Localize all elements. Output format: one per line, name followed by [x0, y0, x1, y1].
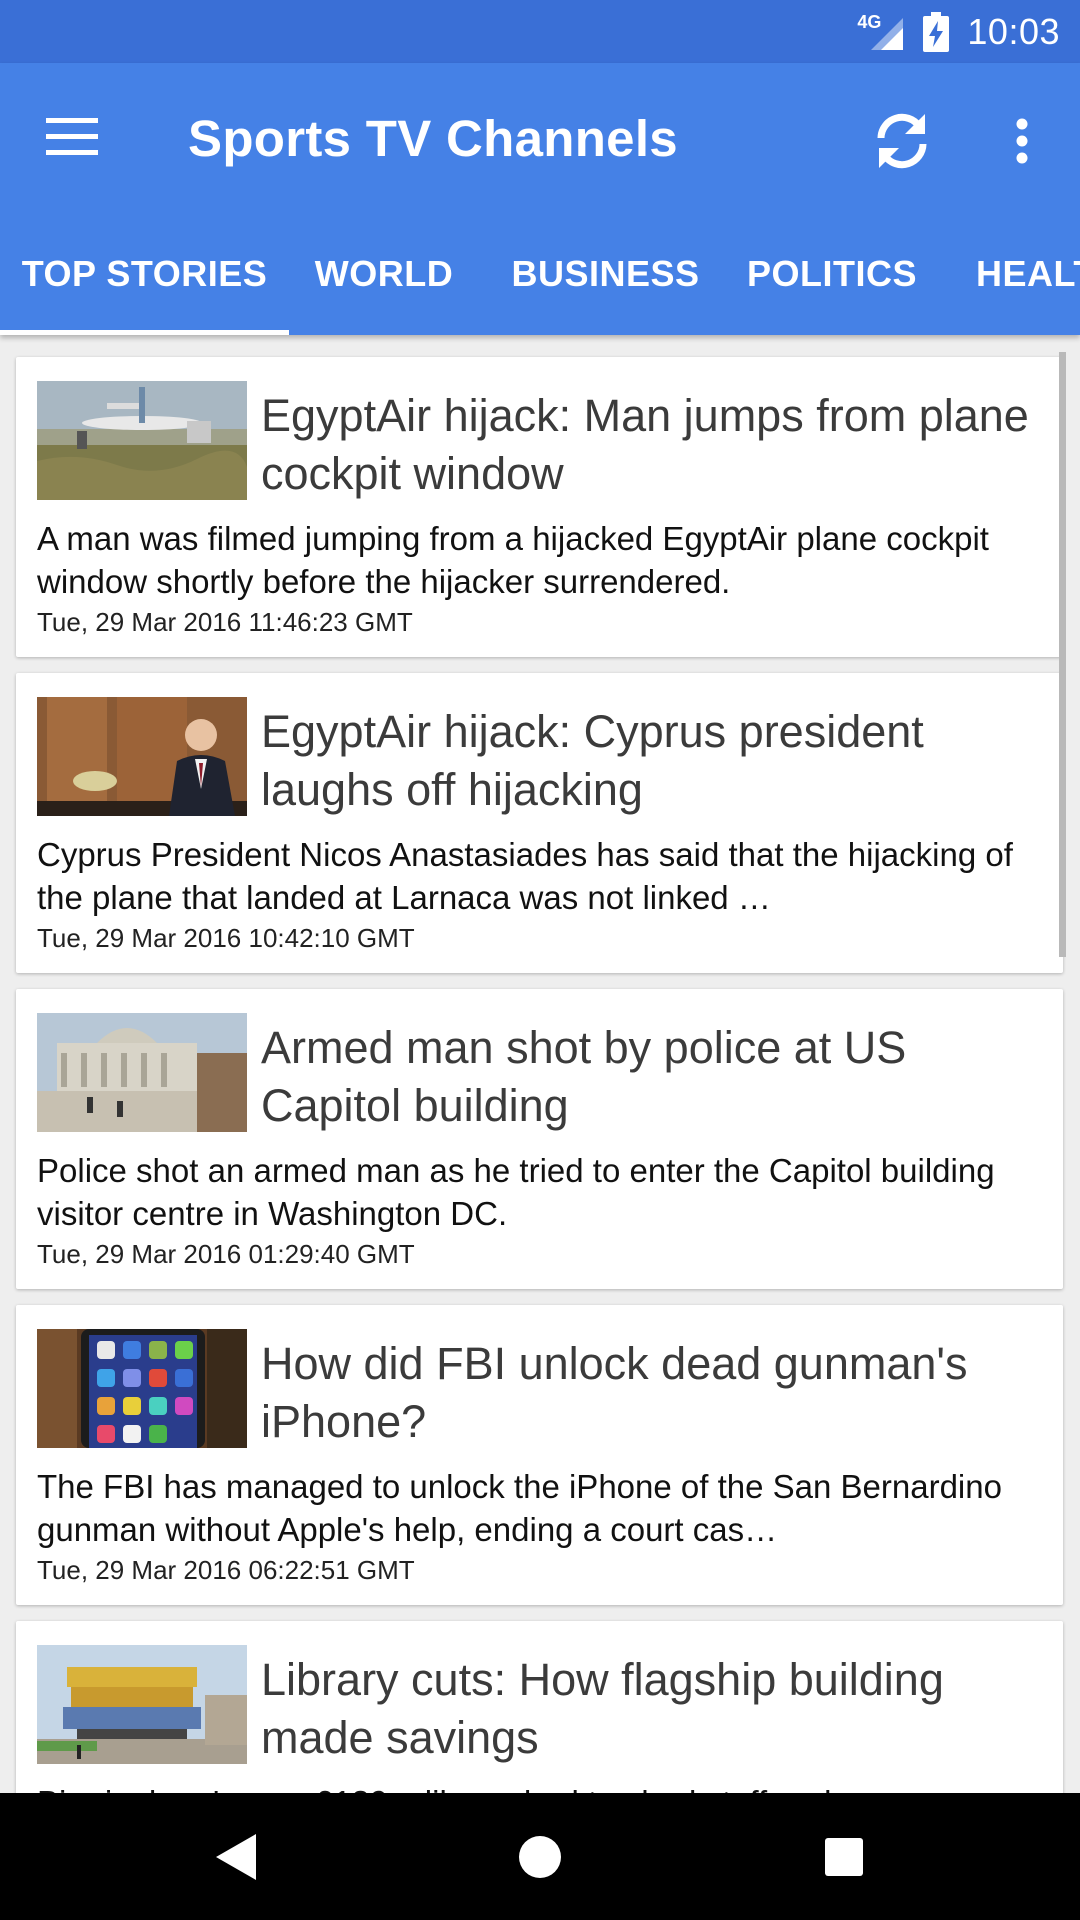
news-feed[interactable]: EgyptAir hijack: Man jumps from plane co…	[0, 335, 1080, 1793]
article-card[interactable]: Library cuts: How flagship building made…	[16, 1621, 1063, 1793]
article-headline: Armed man shot by police at US Capitol b…	[261, 1022, 907, 1131]
article-summary: Cyprus President Nicos Anastasiades has …	[37, 836, 1013, 916]
tab-world[interactable]: WORLD	[289, 213, 479, 335]
back-icon	[216, 1834, 256, 1880]
article-thumbnail	[37, 1013, 247, 1132]
article-card[interactable]: EgyptAir hijack: Cyprus president laughs…	[16, 673, 1063, 973]
article-headline: EgyptAir hijack: Man jumps from plane co…	[261, 390, 1029, 499]
article-headline: EgyptAir hijack: Cyprus president laughs…	[261, 706, 924, 815]
scrollbar[interactable]	[1059, 352, 1066, 957]
network-indicator: 4G	[857, 12, 905, 52]
category-tabs: TOP STORIES WORLD BUSINESS POLITICS HEAL…	[0, 213, 1080, 335]
menu-icon	[46, 118, 98, 155]
recents-button[interactable]	[808, 1821, 880, 1893]
article-thumbnail	[37, 381, 247, 500]
signal-icon	[871, 17, 904, 50]
status-bar: 4G 10:03	[0, 0, 1080, 63]
tab-politics[interactable]: POLITICS	[732, 213, 932, 335]
article-thumbnail	[37, 1329, 247, 1448]
system-nav-bar	[0, 1793, 1080, 1920]
article-summary: Birmingham's new £189m library had to sh…	[37, 1781, 1057, 1793]
article-card[interactable]: How did FBI unlock dead gunman's iPhone?…	[16, 1305, 1063, 1605]
tab-health[interactable]: HEALTH	[960, 213, 1080, 335]
app-bar: Sports TV Channels TOP STORIES WORLD BUS…	[0, 63, 1080, 335]
refresh-button[interactable]	[862, 101, 942, 181]
article-card[interactable]: Armed man shot by police at US Capitol b…	[16, 989, 1063, 1289]
home-icon	[519, 1836, 561, 1878]
app-title: Sports TV Channels	[188, 110, 678, 167]
article-date: Tue, 29 Mar 2016 11:46:23 GMT	[37, 607, 413, 637]
article-card[interactable]: EgyptAir hijack: Man jumps from plane co…	[16, 357, 1063, 657]
article-thumbnail	[37, 697, 247, 816]
article-date: Tue, 29 Mar 2016 06:22:51 GMT	[37, 1555, 415, 1585]
article-summary: Police shot an armed man as he tried to …	[37, 1152, 995, 1232]
tab-business[interactable]: BUSINESS	[479, 213, 732, 335]
tab-top-stories[interactable]: TOP STORIES	[0, 213, 289, 335]
back-button[interactable]	[200, 1821, 272, 1893]
article-headline: Library cuts: How flagship building made…	[261, 1654, 944, 1763]
toolbar: Sports TV Channels	[0, 63, 1080, 213]
article-date: Tue, 29 Mar 2016 10:42:10 GMT	[37, 923, 415, 953]
more-vert-icon	[1016, 118, 1028, 164]
home-button[interactable]	[504, 1821, 576, 1893]
battery-charging-icon	[923, 11, 950, 52]
clock: 10:03	[967, 10, 1060, 52]
article-thumbnail	[37, 1645, 247, 1764]
recents-icon	[825, 1838, 863, 1876]
article-summary: A man was filmed jumping from a hijacked…	[37, 520, 989, 600]
overflow-menu-button[interactable]	[1000, 103, 1044, 179]
refresh-icon	[877, 113, 927, 169]
article-summary: The FBI has managed to unlock the iPhone…	[37, 1468, 1002, 1548]
menu-button[interactable]	[40, 105, 104, 169]
article-headline: How did FBI unlock dead gunman's iPhone?	[261, 1338, 968, 1447]
article-date: Tue, 29 Mar 2016 01:29:40 GMT	[37, 1239, 415, 1269]
